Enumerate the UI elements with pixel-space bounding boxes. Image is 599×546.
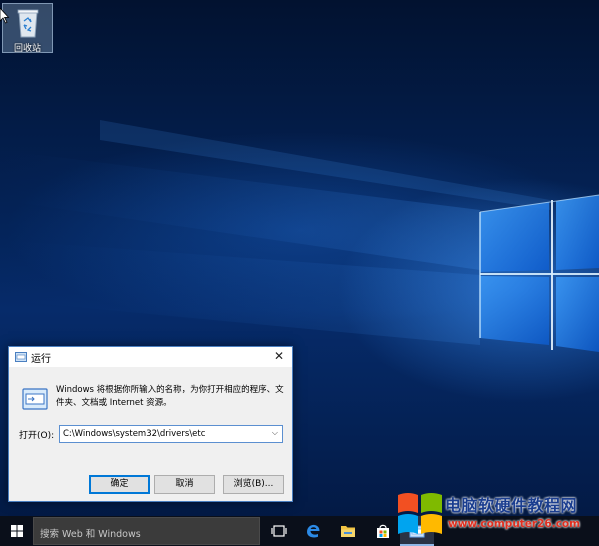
run-dialog-title: 运行 (31, 354, 51, 365)
windows-start-icon (11, 525, 23, 537)
browse-button[interactable]: 浏览(B)... (223, 475, 284, 494)
windows-flag-logo-icon (398, 493, 442, 534)
watermark-url: www.computer26.com (448, 518, 581, 530)
run-dialog-titlebar[interactable]: 运行 ✕ (9, 347, 292, 367)
chevron-down-icon[interactable]: ⌵ (272, 428, 278, 438)
search-placeholder: 搜索 Web 和 Windows (40, 529, 141, 540)
store-bag-icon (377, 524, 389, 538)
run-program-icon (22, 388, 48, 410)
ok-button[interactable]: 确定 (89, 475, 150, 494)
taskbar-store[interactable] (366, 516, 400, 546)
mouse-cursor-icon (0, 8, 10, 24)
task-view-icon (271, 525, 287, 537)
run-description: Windows 将根据你所输入的名称，为你打开相应的程序、文件夹、文档或 Int… (56, 385, 284, 408)
edge-browser-icon (307, 524, 320, 538)
run-app-icon (15, 352, 27, 362)
recycle-bin-label: 回收站 (13, 44, 41, 54)
watermark: 电脑软硬件教程网 www.computer26.com (396, 491, 596, 539)
open-label: 打开(O): (19, 431, 55, 441)
run-dialog: 运行 ✕ Windows 将根据你所输入的名称，为你打开相应的程序、文件夹、文档… (8, 346, 293, 502)
taskbar-file-explorer[interactable] (331, 516, 365, 546)
start-button[interactable] (0, 516, 33, 546)
watermark-title: 电脑软硬件教程网 (445, 496, 578, 515)
search-box[interactable]: 搜索 Web 和 Windows (33, 517, 260, 545)
recycle-bin-icon (17, 9, 39, 38)
folder-icon (341, 526, 355, 537)
taskbar-edge[interactable] (296, 516, 330, 546)
task-view-button[interactable] (262, 516, 296, 546)
close-button[interactable]: ✕ (270, 348, 288, 365)
cancel-button[interactable]: 取消 (154, 475, 215, 494)
open-input[interactable]: C:\Windows\system32\drivers\etc (63, 429, 205, 439)
open-combobox[interactable]: C:\Windows\system32\drivers\etc ⌵ (59, 425, 283, 443)
